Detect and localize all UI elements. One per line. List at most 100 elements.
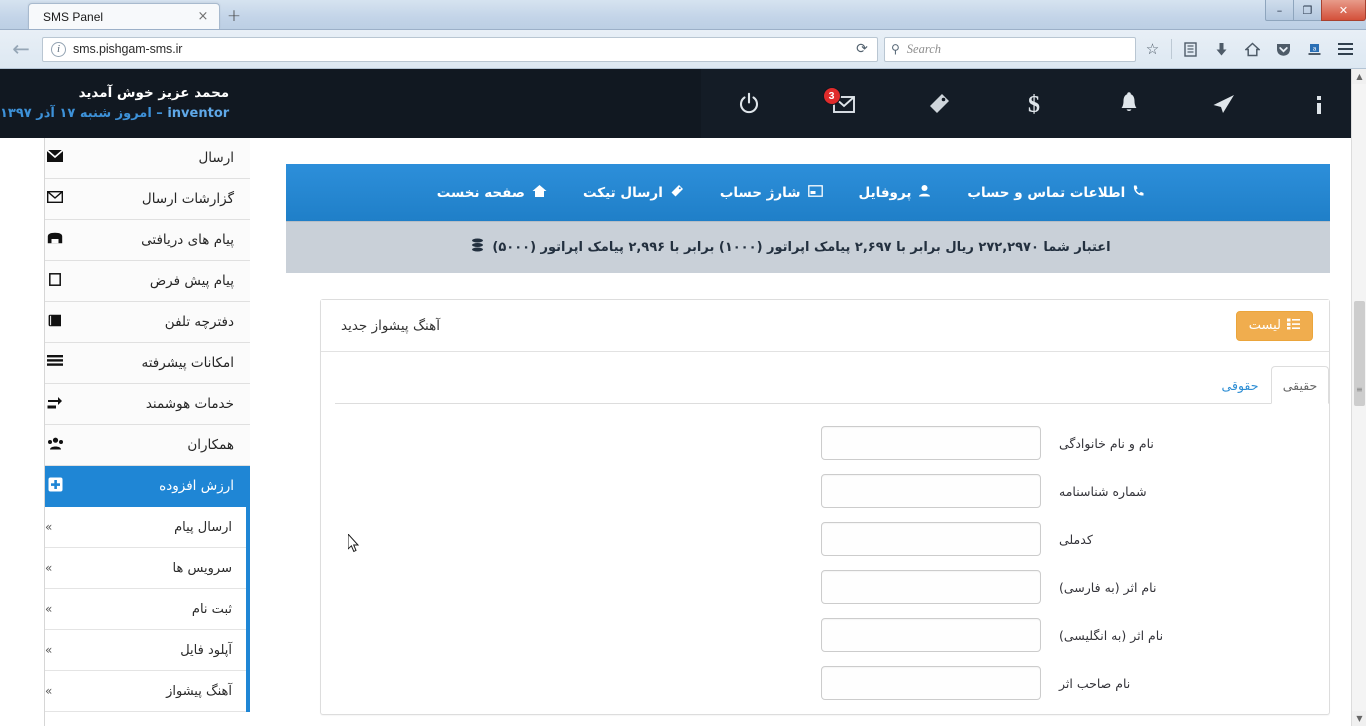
search-bar[interactable]: ⚲ Search (884, 36, 1136, 62)
library-icon[interactable] (1176, 35, 1205, 63)
account-icon[interactable]: a (1300, 35, 1329, 63)
bookmark-star-icon[interactable]: ☆ (1138, 35, 1167, 63)
submenu-item-send-message[interactable]: ارسال پیام » (45, 507, 246, 548)
sidebar-item-default-message[interactable]: پیام پیش فرض (45, 261, 250, 302)
nav-item-home[interactable]: صفحه نخست (419, 184, 565, 202)
list-button[interactable]: لیست (1235, 310, 1313, 341)
work-name-en-field[interactable] (821, 618, 1041, 652)
pocket-icon[interactable] (1269, 35, 1298, 63)
sidebar-item-label: گزارشات ارسال (141, 191, 234, 207)
full-name-field[interactable] (821, 426, 1041, 460)
inbox-mail-icon[interactable]: 3 (796, 69, 891, 138)
page-title: آهنگ پیشواز جدید (341, 317, 441, 334)
sidebar-column: ارسال گزارشات ارسال پیام های دریافتی پیا… (45, 138, 250, 726)
sidebar-item-label: همکاران (187, 437, 234, 453)
list-lines-icon (45, 355, 65, 371)
site-info-icon[interactable]: i (51, 41, 66, 57)
tag-glyph (929, 93, 949, 113)
restore-button[interactable]: ❐ (1293, 0, 1322, 21)
new-ringback-panel: لیست آهنگ پیشواز جدید حقیقی حقوقی نام و … (320, 299, 1330, 715)
browser-window: SMS Panel × + – ❐ ✕ ← i sms.pishgam-sms.… (0, 0, 1366, 726)
credit-info-bar: اعتبار شما ۲۷۲,۲۹۷۰ ریال برابر با ۲,۶۹۷ … (252, 221, 1330, 273)
nav-item-contact-info[interactable]: اطلاعات تماس و حساب (949, 184, 1163, 201)
url-text: sms.pishgam-sms.ir (73, 42, 183, 56)
label-national-code: کدملی (1059, 531, 1093, 547)
page-viewport: 3 $ محمد عزیز خوش آمدید inventor – امروز… (0, 69, 1366, 726)
tab-hoghooghi[interactable]: حقوقی (1211, 366, 1269, 404)
minimize-button[interactable]: – (1265, 0, 1294, 21)
scroll-down-arrow[interactable]: ▼ (1352, 711, 1366, 726)
work-owner-field[interactable] (821, 666, 1041, 700)
sidebar-item-label: پیام های دریافتی (141, 232, 234, 248)
nav-item-charge-account[interactable]: شارژ حساب (702, 185, 841, 201)
form-row: کدملی (337, 522, 1313, 556)
dollar-glyph: $ (1028, 92, 1040, 117)
tab-close-icon[interactable]: × (195, 9, 211, 25)
sidebar-item-received-messages[interactable]: پیام های دریافتی (45, 220, 250, 261)
menu-icon[interactable] (1331, 35, 1360, 63)
form-tabs: حقیقی حقوقی (335, 352, 1329, 404)
window-controls: – ❐ ✕ (1265, 0, 1366, 22)
tab-haghighi[interactable]: حقیقی (1271, 366, 1329, 404)
bell-notification-icon[interactable] (1081, 69, 1176, 138)
note-icon (45, 272, 65, 290)
send-plane-icon[interactable] (1176, 69, 1271, 138)
label-work-name-en: نام اثر (به انگلیسی) (1059, 627, 1164, 643)
inbox-icon (45, 232, 65, 248)
library-glyph (1184, 41, 1197, 57)
back-icon[interactable]: ← (6, 35, 36, 63)
panel-header: لیست آهنگ پیشواز جدید (321, 300, 1329, 352)
power-icon[interactable] (701, 69, 796, 138)
submenu-item-label: آهنگ پیشواز (166, 683, 232, 699)
nav-item-profile[interactable]: پروفایل (841, 184, 950, 201)
toolbar-divider (1171, 39, 1172, 59)
database-icon (471, 238, 484, 257)
browser-tab[interactable]: SMS Panel × (28, 3, 220, 29)
new-tab-button[interactable]: + (220, 3, 248, 29)
download-icon[interactable] (1207, 35, 1236, 63)
ringback-form: نام و نام خانوادگی شماره شناسنامه کدملی (321, 404, 1329, 700)
credit-info-text: اعتبار شما ۲۷۲,۲۹۷۰ ریال برابر با ۲,۶۹۷ … (492, 240, 1111, 255)
nav-label: اطلاعات تماس و حساب (967, 184, 1126, 201)
sidebar-item-smart-services[interactable]: خدمات هوشمند (45, 384, 250, 425)
close-window-button[interactable]: ✕ (1321, 0, 1366, 21)
sidebar-item-send-reports[interactable]: گزارشات ارسال (45, 179, 250, 220)
nav-label: صفحه نخست (436, 184, 525, 201)
ticket-tag-icon[interactable] (891, 69, 986, 138)
submenu-item-services[interactable]: سرویس ها » (45, 548, 246, 589)
submenu-item-ringback-tone[interactable]: آهنگ پیشواز » (45, 671, 246, 712)
work-name-fa-field[interactable] (821, 570, 1041, 604)
sidebar-item-label: پیام پیش فرض (149, 273, 234, 289)
url-bar[interactable]: i sms.pishgam-sms.ir ⟳ (42, 36, 878, 62)
tab-strip: SMS Panel × + (0, 0, 248, 29)
submenu-item-label: سرویس ها (172, 560, 232, 576)
nav-item-send-ticket[interactable]: ارسال تیکت (565, 184, 702, 202)
pocket-glyph (1277, 43, 1290, 56)
home-icon[interactable] (1238, 35, 1267, 63)
chevron-right-icon: » (45, 520, 53, 534)
sidebar-item-label: ارسال (198, 150, 234, 166)
download-glyph (1216, 42, 1227, 55)
dollar-credit-icon[interactable]: $ (986, 69, 1081, 138)
label-full-name: نام و نام خانوادگی (1059, 435, 1154, 451)
sidebar-item-advanced-features[interactable]: امکانات پیشرفته (45, 343, 250, 384)
sidebar-item-send[interactable]: ارسال (45, 138, 250, 179)
sidebar-item-colleagues[interactable]: همکاران (45, 425, 250, 466)
submenu-item-upload-file[interactable]: آپلود فایل » (45, 630, 246, 671)
scroll-up-arrow[interactable]: ▲ (1352, 69, 1366, 84)
home-icon (532, 184, 547, 202)
chevron-right-icon: » (45, 602, 53, 616)
sidebar-item-value-added[interactable]: ارزش افزوده (45, 466, 250, 507)
id-number-field[interactable] (821, 474, 1041, 508)
account-glyph: a (1308, 43, 1321, 55)
sidebar-item-label: ارزش افزوده (159, 478, 234, 494)
book-icon (45, 314, 65, 331)
reload-icon[interactable]: ⟳ (851, 41, 873, 57)
sidebar-item-label: خدمات هوشمند (145, 396, 234, 412)
chevron-right-icon: » (45, 684, 53, 698)
submenu-item-register[interactable]: ثبت نام » (45, 589, 246, 630)
power-glyph (739, 92, 758, 113)
national-code-field[interactable] (821, 522, 1041, 556)
page-scrollbar[interactable]: ▲ ≡ ▼ (1351, 69, 1366, 726)
sidebar-item-phonebook[interactable]: دفترچه تلفن (45, 302, 250, 343)
